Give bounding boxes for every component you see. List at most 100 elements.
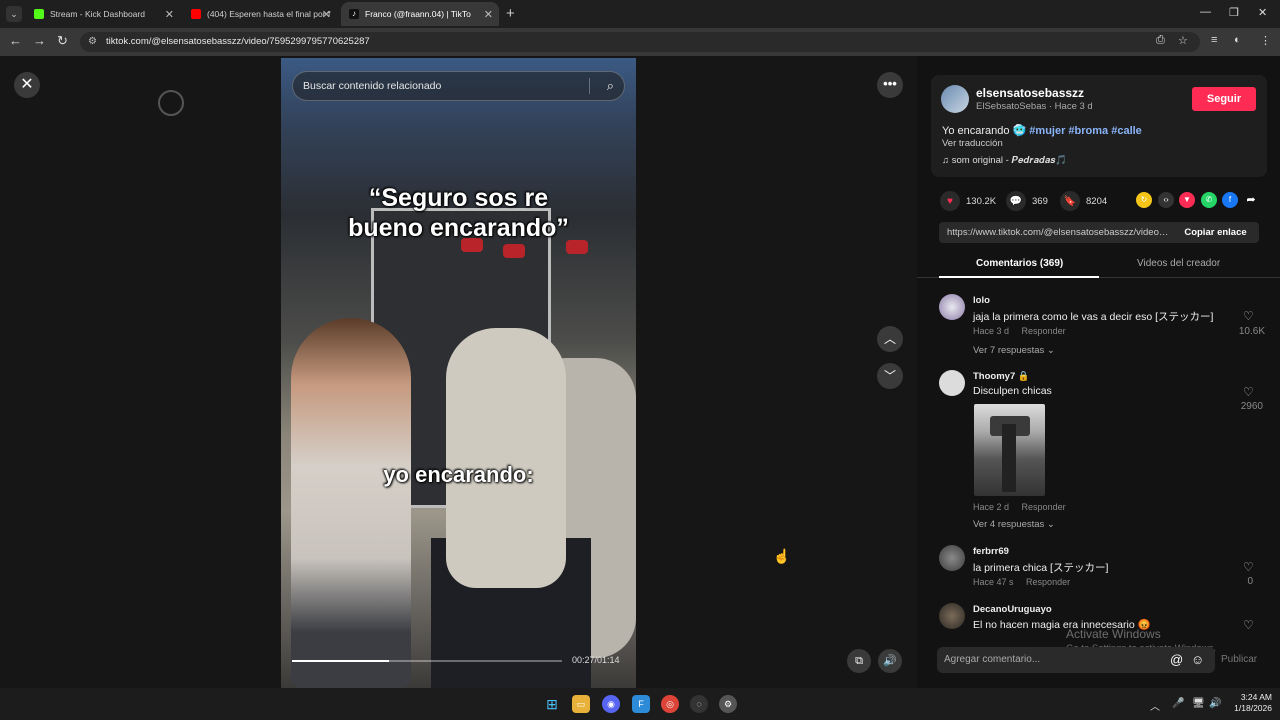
avatar[interactable] — [939, 294, 965, 320]
comment-username[interactable]: Thoomy7 🔒 — [973, 371, 1030, 382]
avatar[interactable] — [939, 545, 965, 571]
tab-creator-videos[interactable]: Videos del creador — [1137, 258, 1220, 269]
comment-placeholder: Agregar comentario... — [944, 654, 1041, 665]
tab-comments[interactable]: Comentarios (369) — [976, 258, 1063, 269]
comment-icon[interactable]: 💬 — [1006, 191, 1026, 211]
embed-icon[interactable]: ‹› — [1158, 192, 1174, 208]
music-link[interactable]: ♫ som original - 𝑷𝒆𝒅𝒓𝒂𝒅𝒂𝒔🎵 — [942, 155, 1067, 166]
save-stat[interactable]: 🔖 8204 — [1060, 191, 1107, 211]
settings-gear-icon[interactable]: ⚙ — [719, 695, 737, 713]
heart-icon[interactable]: ♥ — [940, 191, 960, 211]
window-close-button[interactable]: ✕ — [1258, 6, 1267, 19]
bookmark-star-icon[interactable]: ☆ — [1178, 34, 1188, 47]
share-link-text[interactable]: https://www.tiktok.com/@elsensatosebassz… — [947, 227, 1169, 238]
previous-video-button[interactable]: ︿ — [877, 326, 903, 352]
speaker-icon[interactable]: 🔊 — [1209, 698, 1221, 709]
volume-button[interactable]: 🔊 — [878, 649, 902, 673]
active-tab-indicator — [939, 276, 1099, 278]
comment-stat[interactable]: 💬 369 — [1006, 191, 1048, 211]
video-description: Yo encarando 🥶 #mujer #broma #calle — [942, 124, 1142, 137]
search-icon[interactable]: ⌕ — [607, 72, 614, 100]
tab-search-icon[interactable]: ⌄ — [6, 6, 22, 22]
bookmark-icon[interactable]: 🔖 — [1060, 191, 1080, 211]
obs-icon[interactable]: ◌ — [690, 695, 708, 713]
close-icon[interactable]: ✕ — [322, 8, 331, 21]
kick-icon — [34, 9, 44, 19]
reply-button[interactable]: Responder — [1022, 326, 1066, 336]
add-comment-input[interactable]: Agregar comentario... @ ☺ — [937, 647, 1215, 673]
forward-button[interactable]: → — [33, 33, 46, 48]
miniplayer-button[interactable]: ⧉ — [847, 649, 871, 673]
address-bar[interactable]: ⚙ tiktok.com/@elsensatosebasszz/video/75… — [80, 32, 1200, 52]
heart-icon[interactable]: ♡ — [1243, 560, 1254, 574]
description-text: Yo encarando 🥶 — [942, 125, 1030, 137]
chrome-icon[interactable]: ◎ — [661, 695, 679, 713]
tray-chevron-icon[interactable]: ︿ — [1150, 698, 1160, 713]
follow-button[interactable]: Seguir — [1192, 87, 1256, 111]
maximize-button[interactable]: ❐ — [1229, 6, 1239, 19]
tab-title: Franco (@fraann.04) | TikTo — [365, 9, 471, 19]
author-avatar[interactable] — [941, 85, 969, 113]
related-search-input[interactable]: Buscar contenido relacionado ⌕ — [292, 71, 625, 101]
browser-menu-icon[interactable]: ⋮ — [1260, 34, 1271, 47]
tab-title: (404) Esperen hasta el final por f — [207, 9, 331, 19]
view-replies-link[interactable]: Ver 7 respuestas ⌄ — [973, 345, 1055, 356]
discord-icon[interactable]: ◉ — [602, 695, 620, 713]
new-tab-button[interactable]: + — [506, 5, 515, 22]
publish-button[interactable]: Publicar — [1221, 654, 1257, 665]
translate-link[interactable]: Ver traducción — [942, 138, 1003, 149]
tab-kick[interactable]: Stream - Kick Dashboard ✕ — [26, 2, 180, 26]
author-username[interactable]: elsensatosebasszz — [976, 86, 1084, 100]
copy-link-button[interactable]: Copiar enlace — [1172, 222, 1259, 243]
taskbar-clock[interactable]: 3:24 AM 1/18/2026 — [1226, 692, 1272, 714]
minimize-button[interactable]: — — [1200, 6, 1211, 18]
tab-youtube[interactable]: (404) Esperen hasta el final por f ✕ — [183, 2, 337, 26]
app-f-icon[interactable]: F — [632, 695, 650, 713]
comment-username[interactable]: lolo — [973, 295, 990, 306]
reading-list-icon[interactable]: ≡ — [1211, 34, 1217, 46]
repost-icon[interactable]: ↻ — [1136, 192, 1152, 208]
emoji-icon[interactable]: ☺ — [1191, 647, 1204, 673]
comment-username[interactable]: DecanoUruguayo — [973, 604, 1052, 615]
comment-like-count: 10.6K — [1238, 326, 1265, 337]
network-icon[interactable]: 🖥 — [1192, 698, 1205, 709]
start-icon[interactable]: ⊞ — [543, 695, 561, 713]
microphone-icon[interactable]: 🎤 — [1172, 698, 1184, 709]
hashtags[interactable]: #mujer #broma #calle — [1029, 125, 1142, 137]
video-progress-bar[interactable] — [292, 660, 562, 662]
back-button[interactable]: ← — [9, 33, 22, 48]
reply-button[interactable]: Responder — [1022, 502, 1066, 512]
close-video-button[interactable]: ✕ — [14, 72, 40, 98]
heart-icon[interactable]: ♡ — [1243, 618, 1254, 632]
view-replies-link[interactable]: Ver 4 respuestas ⌄ — [973, 519, 1055, 530]
reply-button[interactable]: Responder — [1026, 577, 1070, 587]
profile-icon[interactable]: ◐ — [1234, 34, 1241, 46]
facebook-icon[interactable]: f — [1222, 192, 1238, 208]
next-video-button[interactable]: ﹀ — [877, 363, 903, 389]
file-explorer-icon[interactable]: ▭ — [572, 695, 590, 713]
site-info-icon[interactable]: ⚙ — [88, 32, 97, 52]
reload-button[interactable]: ↻ — [57, 33, 68, 49]
heart-icon[interactable]: ♡ — [1243, 309, 1254, 323]
video-player[interactable] — [281, 58, 636, 688]
comment-sticker-image[interactable] — [974, 404, 1045, 496]
tiktok-icon: ♪ — [349, 9, 359, 19]
comment-username[interactable]: ferbrr69 — [973, 546, 1009, 557]
whatsapp-icon[interactable]: ✆ — [1201, 192, 1217, 208]
mention-icon[interactable]: @ — [1170, 647, 1183, 673]
close-icon[interactable]: ✕ — [484, 8, 493, 21]
tab-tiktok[interactable]: ♪ Franco (@fraann.04) | TikTo ✕ — [341, 2, 499, 26]
heart-icon[interactable]: ♡ — [1243, 385, 1254, 399]
avatar[interactable] — [939, 370, 965, 396]
like-stat[interactable]: ♥ 130.2K — [940, 191, 996, 211]
close-icon[interactable]: ✕ — [165, 8, 174, 21]
send-icon[interactable]: ▼ — [1179, 192, 1195, 208]
share-arrow-icon[interactable]: ➦ — [1243, 192, 1259, 208]
video-scene-flower — [503, 244, 525, 258]
avatar[interactable] — [939, 603, 965, 629]
comment-time: Hace 3 d — [973, 326, 1010, 336]
more-options-button[interactable]: ••• — [877, 72, 903, 98]
install-app-icon[interactable]: ⎙ — [1156, 34, 1165, 47]
like-count: 130.2K — [966, 195, 997, 207]
clock-date: 1/18/2026 — [1234, 703, 1272, 713]
